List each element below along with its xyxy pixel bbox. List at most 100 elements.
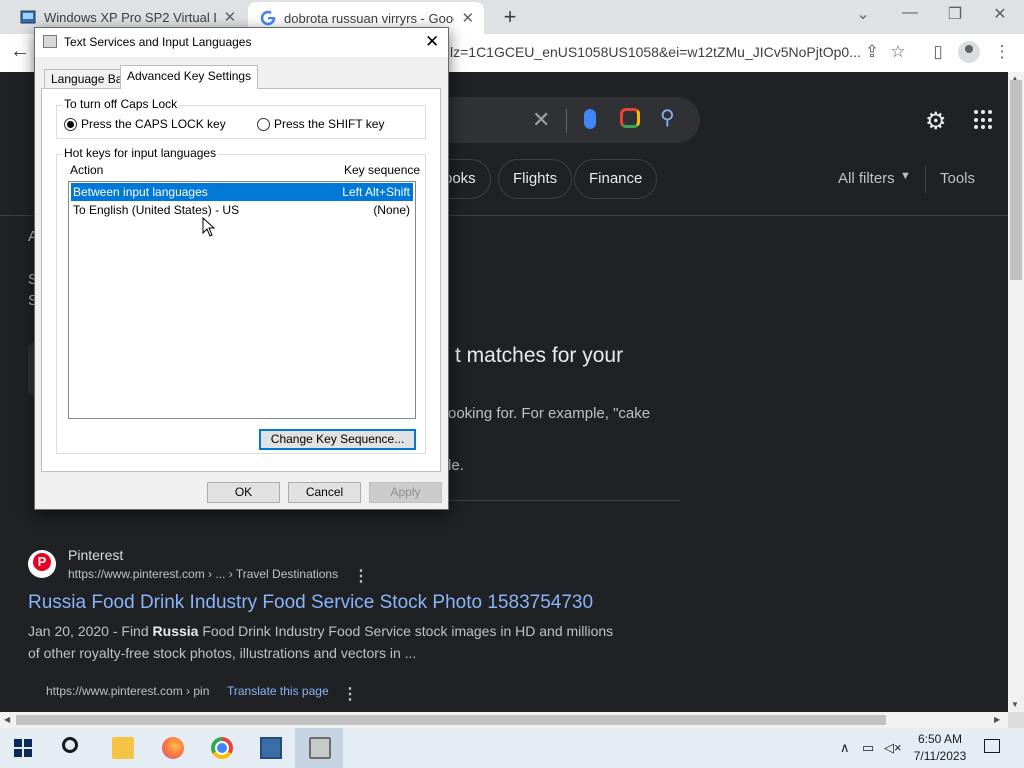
- result-snippet: Jan 20, 2020 - Find Russia Food Drink In…: [28, 620, 628, 664]
- change-key-sequence-button[interactable]: Change Key Sequence...: [259, 429, 416, 450]
- google-apps-icon[interactable]: [974, 110, 994, 130]
- tray-overflow-icon[interactable]: ∧: [840, 740, 850, 756]
- keyboard-icon: [309, 737, 331, 759]
- taskbar-firefox[interactable]: [148, 728, 196, 768]
- search-icon: [62, 737, 78, 753]
- clock-date: 7/11/2023: [913, 749, 967, 763]
- vertical-scroll-thumb[interactable]: [1010, 80, 1022, 280]
- clock-time: 6:50 AM: [917, 732, 963, 746]
- radio-label: Press the CAPS LOCK key: [81, 117, 226, 131]
- chip-flights[interactable]: Flights: [498, 159, 573, 199]
- taskbar-search[interactable]: [48, 728, 96, 768]
- taskbar-file-explorer[interactable]: [98, 728, 146, 768]
- windows-taskbar: ∧ ▭ ◁× 6:50 AM 7/11/2023: [0, 728, 1024, 768]
- no-results-heading: t matches for your: [455, 344, 624, 367]
- pinterest-logo-icon: [28, 550, 56, 578]
- vertical-scrollbar[interactable]: ▲ ▼: [1008, 72, 1024, 712]
- microphone-icon[interactable]: [584, 109, 596, 129]
- close-icon[interactable]: ✕: [425, 32, 439, 52]
- caps-lock-group-label: To turn off Caps Lock: [62, 97, 180, 111]
- horizontal-scrollbar[interactable]: ◀ ▶: [0, 712, 1008, 728]
- translate-link[interactable]: Translate this page: [227, 684, 329, 698]
- scroll-down-icon[interactable]: ▼: [1011, 700, 1019, 709]
- column-key-sequence: Key sequence: [344, 163, 421, 177]
- scrollbar-corner: [1008, 712, 1024, 728]
- filter-separator: [925, 165, 926, 193]
- clear-icon[interactable]: ✕: [532, 107, 550, 133]
- vm-favicon-icon: [20, 10, 36, 24]
- network-icon[interactable]: ▭: [862, 740, 874, 756]
- list-item[interactable]: Between input languages Left Alt+Shift: [71, 183, 413, 201]
- tab-search-icon[interactable]: ⌄: [848, 4, 878, 24]
- restore-icon[interactable]: ❐: [940, 4, 970, 24]
- result-site-url[interactable]: https://www.pinterest.com › ... › Travel…: [68, 567, 338, 581]
- radio-button[interactable]: [257, 117, 270, 131]
- new-tab-button[interactable]: +: [498, 4, 522, 30]
- horizontal-scroll-thumb[interactable]: [16, 715, 886, 725]
- snippet-bold: Russia: [152, 623, 199, 639]
- keyboard-icon: [43, 35, 57, 48]
- chrome-menu-icon[interactable]: ⋮: [992, 42, 1012, 62]
- radio-shift-key[interactable]: Press the SHIFT key: [257, 117, 384, 131]
- advanced-key-settings-panel: To turn off Caps Lock Press the CAPS LOC…: [41, 88, 441, 472]
- dialog-title-bar[interactable]: Text Services and Input Languages ✕: [35, 28, 448, 57]
- tab-label: dobrota russuan virryrs - Google: [284, 10, 454, 26]
- address-bar[interactable]: lz=1C1GCEU_enUS1058US1058&ei=w12tZMu_JIC…: [450, 44, 861, 60]
- notification-icon[interactable]: [984, 739, 1000, 753]
- radio-caps-lock-key[interactable]: Press the CAPS LOCK key: [64, 117, 226, 131]
- tab-label: Windows XP Pro SP2 Virtual Des: [44, 9, 216, 25]
- taskbar-virtual-desktop[interactable]: [246, 728, 294, 768]
- bookmark-star-icon[interactable]: ☆: [888, 42, 908, 62]
- more-options-icon[interactable]: ⋮: [342, 684, 358, 704]
- lens-camera-icon[interactable]: [620, 108, 640, 128]
- hot-keys-list[interactable]: Between input languages Left Alt+Shift T…: [68, 181, 416, 419]
- all-filters-button[interactable]: All filters: [838, 170, 895, 187]
- taskbar-text-services[interactable]: [295, 728, 343, 768]
- share-icon[interactable]: ⇪: [862, 42, 882, 62]
- sequence-cell: (None): [373, 203, 410, 217]
- system-clock[interactable]: 6:50 AM 7/11/2023: [904, 731, 976, 765]
- folder-icon: [112, 737, 134, 759]
- volume-muted-icon[interactable]: ◁×: [884, 740, 902, 756]
- firefox-icon: [162, 737, 184, 759]
- radio-button-checked[interactable]: [64, 117, 77, 131]
- minimize-icon[interactable]: —: [895, 4, 925, 22]
- no-results-text: le.: [448, 457, 464, 474]
- windows-start-icon[interactable]: [14, 739, 32, 757]
- text-services-dialog: Text Services and Input Languages ✕ Lang…: [34, 27, 449, 510]
- profile-avatar[interactable]: [958, 41, 980, 63]
- scroll-right-icon[interactable]: ▶: [994, 715, 1000, 724]
- chip-finance[interactable]: Finance: [574, 159, 658, 199]
- side-panel-icon[interactable]: ▯: [928, 42, 948, 62]
- action-cell: Between input languages: [73, 185, 208, 199]
- no-results-text: ooking for. For example, "cake: [448, 405, 651, 422]
- result-title-link[interactable]: Russia Food Drink Industry Food Service …: [28, 592, 593, 614]
- apply-button[interactable]: Apply: [369, 482, 442, 503]
- result-site-name[interactable]: Pinterest: [68, 547, 123, 563]
- close-icon[interactable]: ✕: [222, 8, 238, 26]
- cancel-button[interactable]: Cancel: [288, 482, 361, 503]
- caret-down-icon: ▼: [900, 170, 911, 182]
- close-icon[interactable]: ✕: [460, 9, 476, 27]
- mouse-cursor-icon: [202, 217, 216, 237]
- virtual-machine-icon: [260, 737, 282, 759]
- more-options-icon[interactable]: ⋮: [353, 566, 369, 586]
- list-item[interactable]: To English (United States) - US (None): [71, 201, 413, 219]
- sub-result-url[interactable]: https://www.pinterest.com › pin: [46, 684, 209, 698]
- taskbar-chrome[interactable]: [197, 728, 245, 768]
- back-arrow-icon[interactable]: ←: [10, 40, 30, 63]
- search-divider: [566, 109, 567, 133]
- sequence-cell: Left Alt+Shift: [342, 185, 410, 199]
- tools-button[interactable]: Tools: [940, 170, 975, 187]
- google-favicon-icon: [260, 10, 276, 26]
- gear-icon[interactable]: ⚙: [925, 107, 947, 136]
- window-close-icon[interactable]: ✕: [985, 4, 1015, 24]
- result-divider: [448, 500, 680, 501]
- tab-advanced-key-settings[interactable]: Advanced Key Settings: [120, 65, 259, 89]
- scroll-left-icon[interactable]: ◀: [4, 715, 10, 724]
- search-icon[interactable]: ⚲: [660, 105, 675, 130]
- chrome-icon: [211, 737, 233, 759]
- ok-button[interactable]: OK: [207, 482, 280, 503]
- snippet-date: Jan 20, 2020 - Find: [28, 623, 153, 639]
- dialog-title: Text Services and Input Languages: [64, 35, 252, 49]
